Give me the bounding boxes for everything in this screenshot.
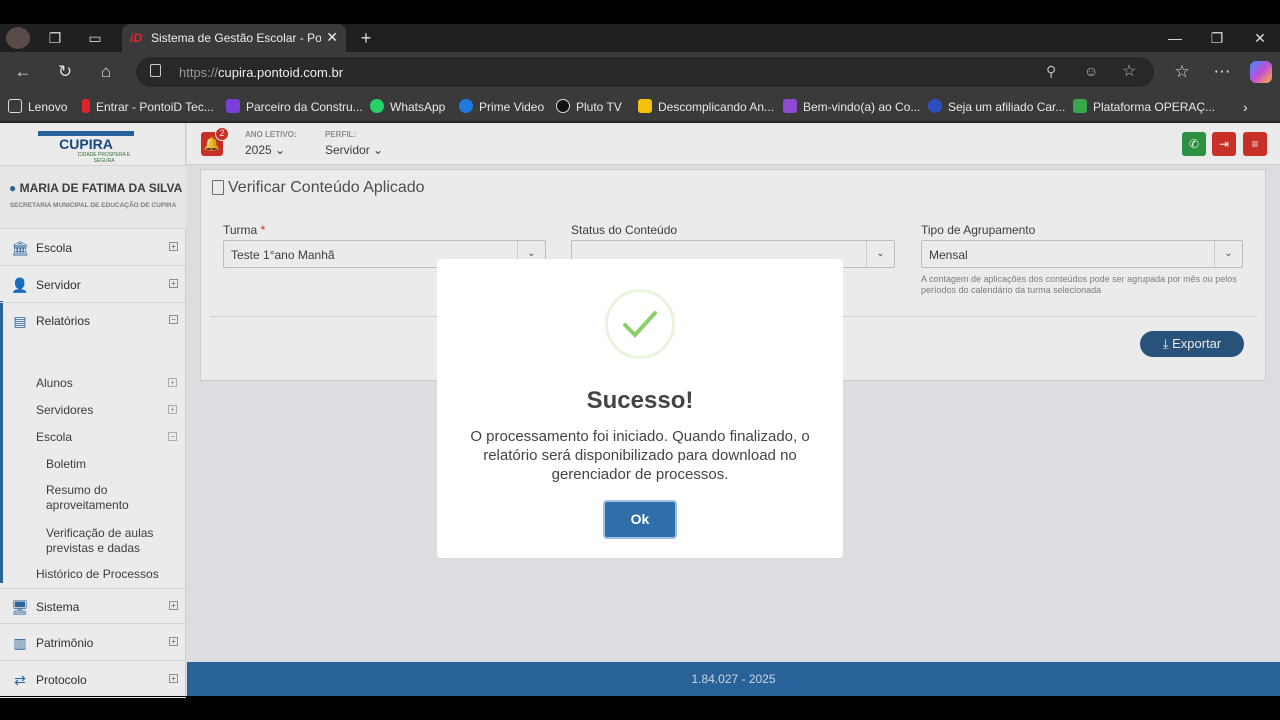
web-page: CUPIRA CIDADE PROSPERA E SEGURA ● MARIA …: [0, 123, 1280, 698]
bookmark-afiliado[interactable]: Seja um afiliado Car...: [928, 98, 1065, 116]
copilot-icon[interactable]: [1250, 61, 1272, 83]
pluto-tv-icon: [556, 99, 570, 113]
back-icon[interactable]: ←: [11, 61, 35, 83]
tab-favicon: iD: [130, 31, 142, 45]
bookmark-plataforma[interactable]: Plataforma OPERAÇ...: [1073, 98, 1215, 116]
workspaces-icon[interactable]: ❐: [44, 28, 66, 48]
tab-actions-icon[interactable]: ▭: [84, 28, 106, 48]
bookmarks-bar: Lenovo Entrar - PontoiD Tec... Parceiro …: [0, 92, 1280, 122]
pontoid-icon: [82, 99, 90, 113]
tab-close-icon[interactable]: ✕: [326, 29, 338, 46]
bookmark-whatsapp[interactable]: WhatsApp: [370, 98, 445, 116]
dialog-message: O processamento foi iniciado. Quando fin…: [470, 428, 810, 483]
bookmark-pluto-tv[interactable]: Pluto TV: [556, 98, 622, 116]
home-icon[interactable]: ⌂: [94, 61, 118, 83]
tab-title: Sistema de Gestão Escolar - Ponto: [151, 31, 321, 45]
profile-avatar[interactable]: [6, 27, 30, 49]
afiliado-icon: [928, 99, 942, 113]
dialog-title: Sucesso!: [586, 387, 694, 414]
address-row: ← ↻ ⌂ https://cupira.pontoid.com.br ⚲ ☺ …: [0, 52, 1280, 92]
descomplicando-icon: [638, 99, 652, 113]
refresh-icon[interactable]: ↻: [53, 61, 77, 83]
whatsapp-icon: [370, 99, 384, 113]
url-text[interactable]: https://cupira.pontoid.com.br: [179, 65, 343, 80]
bookmarks-overflow-icon[interactable]: ›: [1243, 98, 1248, 116]
new-tab-icon[interactable]: +: [355, 28, 377, 48]
success-check-icon: [605, 289, 675, 359]
reading-mode-icon[interactable]: ☺: [1084, 63, 1098, 79]
bookmark-bem-vindo[interactable]: Bem-vindo(a) ao Co...: [783, 98, 920, 116]
bookmark-parceiro[interactable]: Parceiro da Constru...: [226, 98, 363, 116]
prime-video-icon: [459, 99, 473, 113]
success-dialog: Sucesso! O processamento foi iniciado. Q…: [437, 259, 843, 558]
restore-icon[interactable]: ❐: [1197, 28, 1237, 48]
bookmark-descomplicando[interactable]: Descomplicando An...: [638, 98, 774, 116]
minimize-icon[interactable]: —: [1155, 28, 1195, 48]
plataforma-icon: [1073, 99, 1087, 113]
address-bar[interactable]: https://cupira.pontoid.com.br ⚲ ☺ ☆: [136, 57, 1154, 87]
browser-tab-active[interactable]: iD Sistema de Gestão Escolar - Ponto ✕: [122, 24, 346, 52]
zoom-icon[interactable]: ⚲: [1046, 63, 1056, 80]
parceiro-icon: [226, 99, 240, 113]
site-info-icon[interactable]: [150, 64, 161, 77]
browser-window: ❐ ▭ iD Sistema de Gestão Escolar - Ponto…: [0, 24, 1280, 698]
favorites-icon[interactable]: ☆: [1170, 61, 1194, 83]
bem-vindo-icon: [783, 99, 797, 113]
favorite-star-icon[interactable]: ☆: [1122, 61, 1136, 81]
bookmark-pontoid[interactable]: Entrar - PontoiD Tec...: [82, 98, 214, 116]
bookmark-prime-video[interactable]: Prime Video: [459, 98, 544, 116]
bookmark-folder-lenovo[interactable]: Lenovo: [8, 98, 67, 116]
more-menu-icon[interactable]: ⋯: [1210, 61, 1234, 83]
ok-button[interactable]: Ok: [603, 500, 677, 539]
tab-strip: ❐ ▭ iD Sistema de Gestão Escolar - Ponto…: [0, 24, 1280, 52]
window-close-icon[interactable]: ✕: [1240, 28, 1280, 48]
folder-icon: [8, 99, 22, 113]
